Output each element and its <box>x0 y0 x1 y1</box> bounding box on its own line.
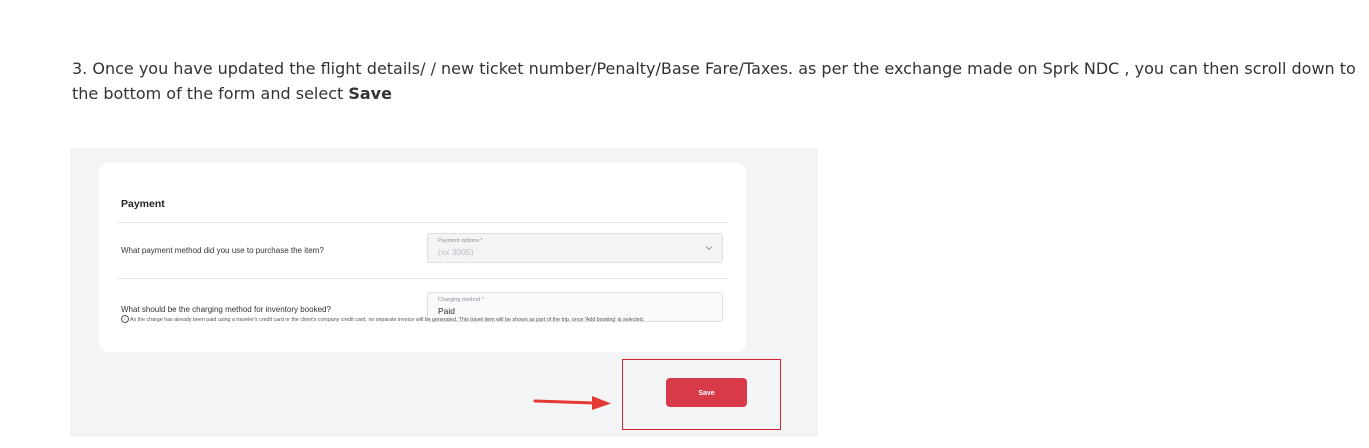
payment-options-value: (xx 3005) <box>438 247 474 257</box>
embedded-screenshot: Payment What payment method did you use … <box>70 148 818 437</box>
info-icon: i <box>121 315 129 323</box>
pointer-arrow-icon <box>533 396 611 410</box>
payment-options-label: Payment options * <box>438 238 483 244</box>
instruction-bold-save: Save <box>348 84 392 103</box>
title-divider <box>116 222 728 223</box>
payment-method-question: What payment method did you use to purch… <box>121 246 324 255</box>
charging-note-text: As the charge has already been paid usin… <box>130 317 645 323</box>
instruction-prefix: 3. Once you have updated the flight deta… <box>72 59 1356 103</box>
chevron-down-icon[interactable] <box>704 243 714 253</box>
charging-method-question: What should be the charging method for i… <box>121 305 331 314</box>
instruction-text: 3. Once you have updated the flight deta… <box>72 56 1362 106</box>
section-divider <box>116 278 728 279</box>
charging-method-label: Charging method * <box>438 297 484 303</box>
charging-note: i As the charge has already been paid usi… <box>121 315 741 325</box>
payment-card: Payment What payment method did you use … <box>99 163 746 352</box>
payment-options-select[interactable]: Payment options * (xx 3005) <box>427 233 723 263</box>
payment-title: Payment <box>121 198 165 210</box>
save-highlight-box <box>622 359 781 430</box>
